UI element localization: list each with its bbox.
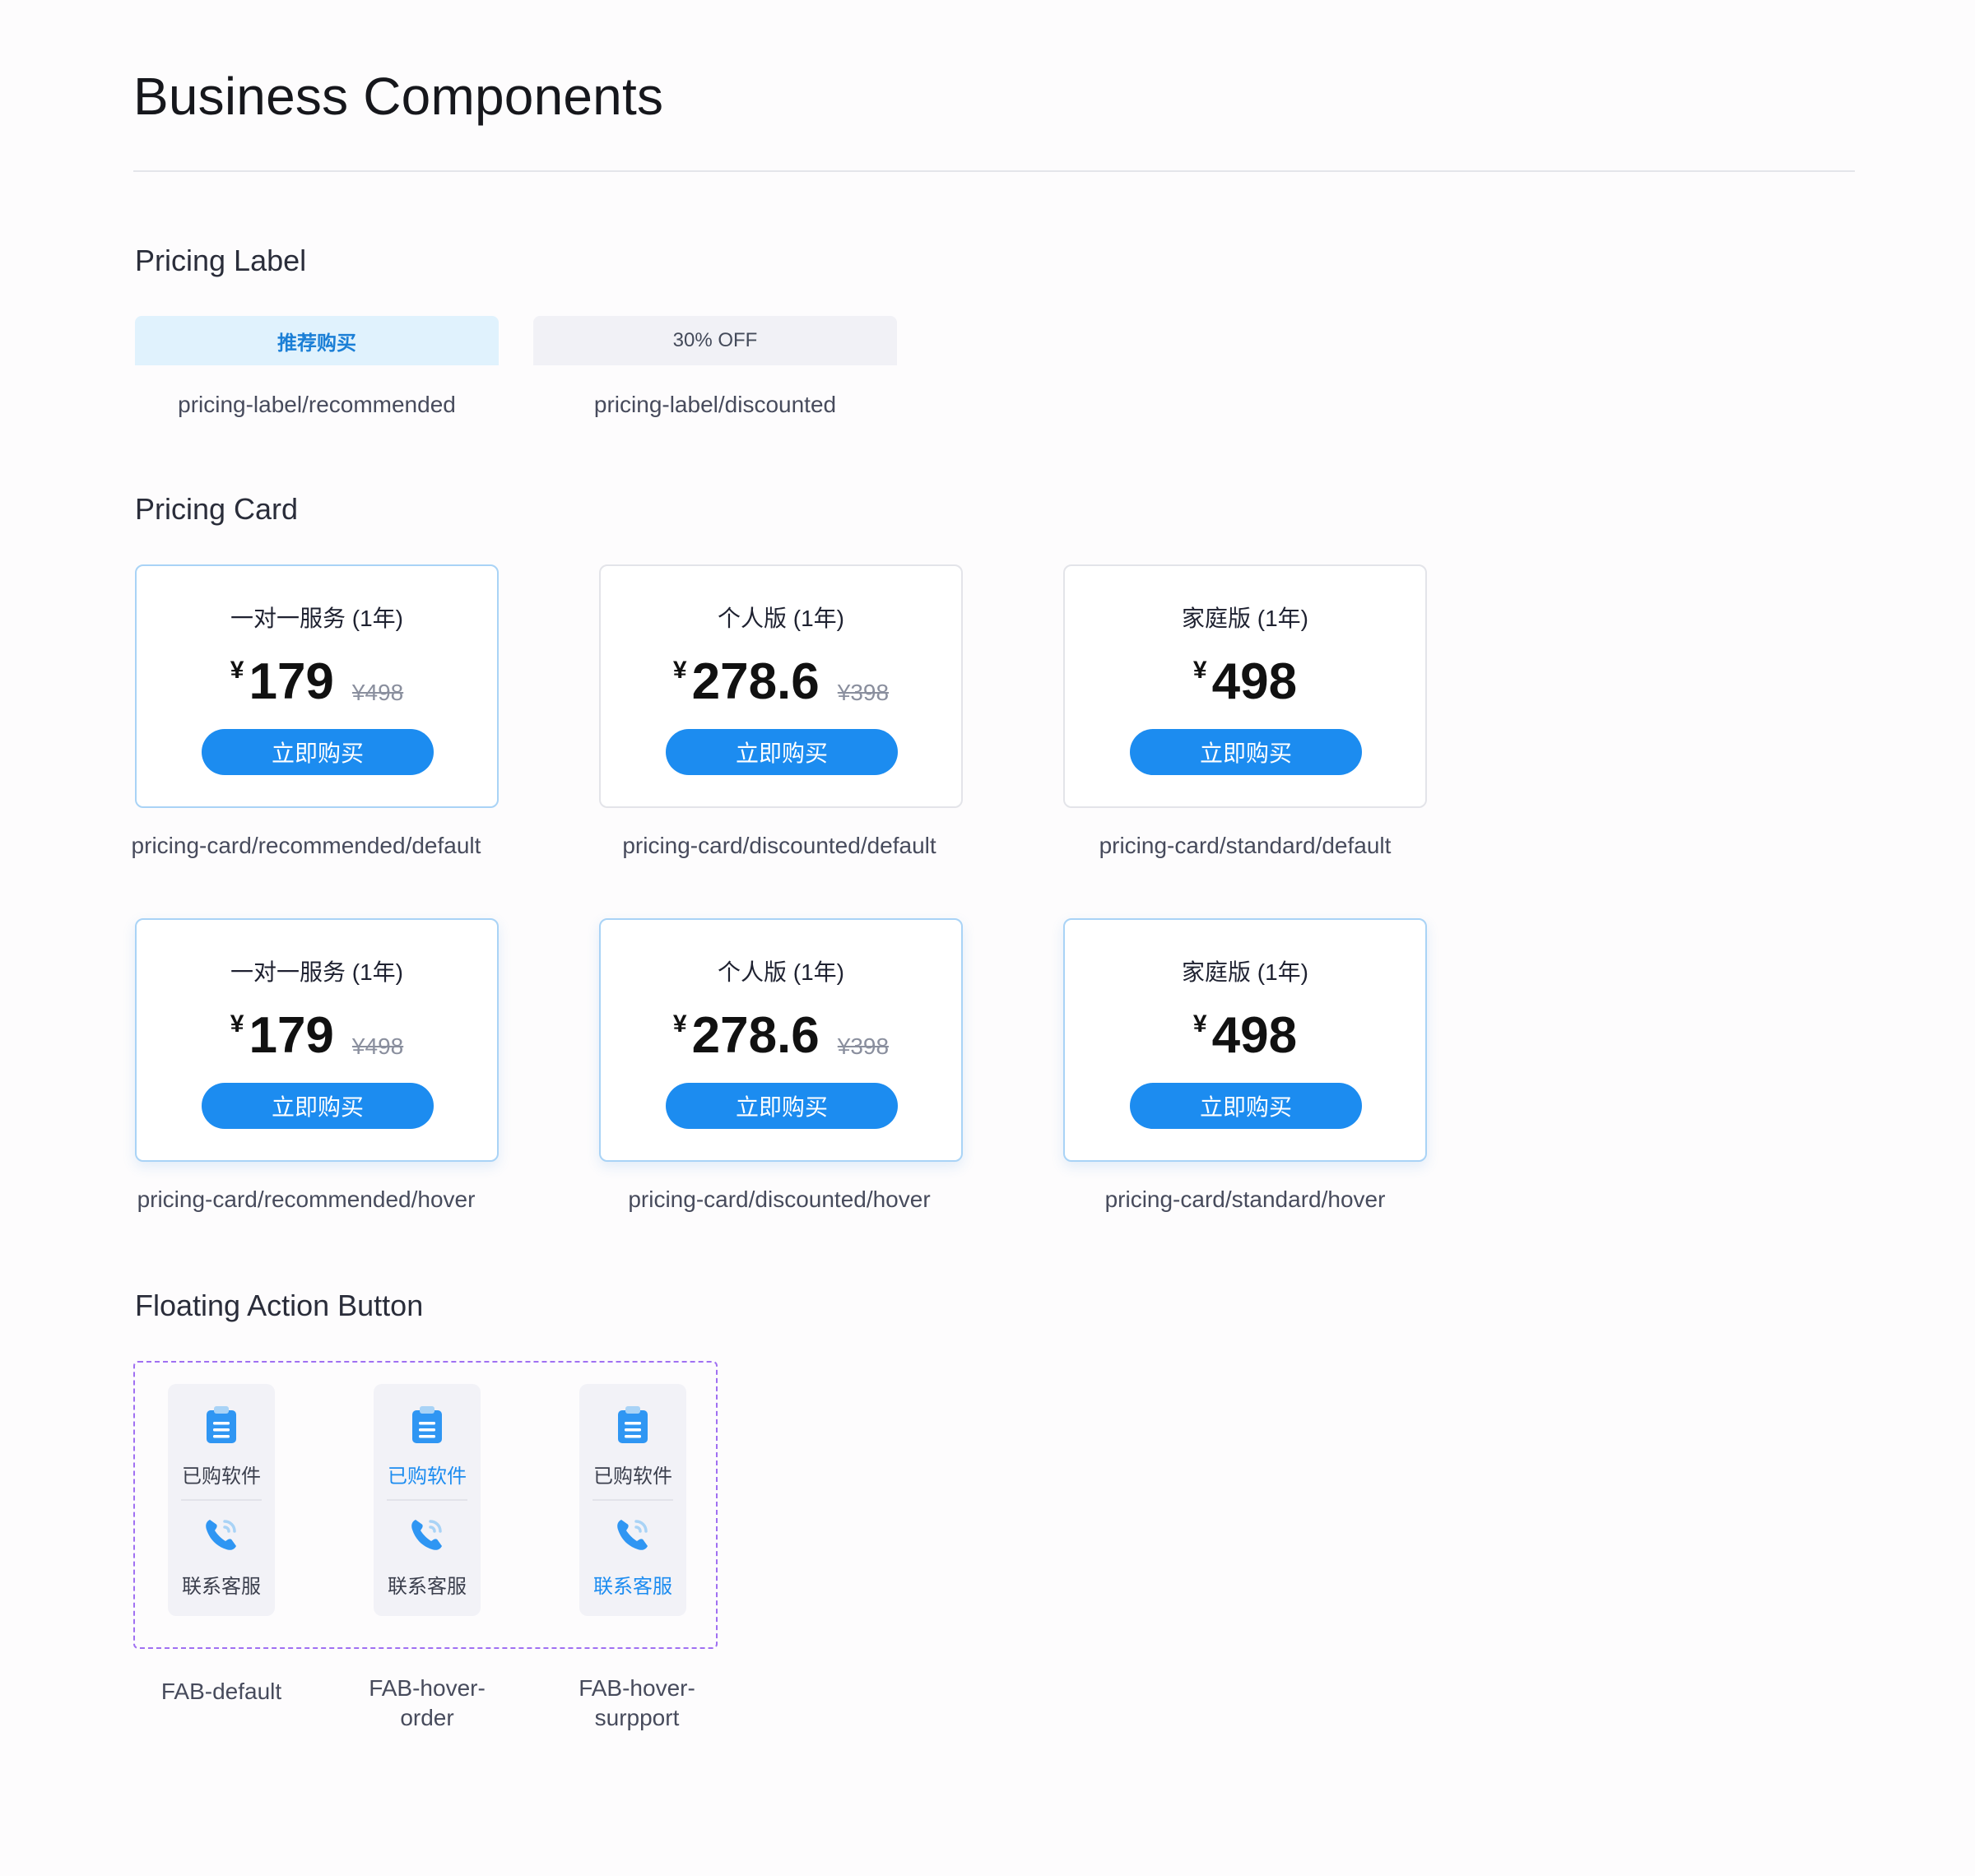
original-price: ¥398 bbox=[837, 1033, 890, 1059]
currency-symbol: ¥ bbox=[230, 657, 244, 684]
card-title: 一对一服务 (1年) bbox=[230, 959, 403, 985]
buy-now-button[interactable]: 立即购买 bbox=[1130, 1083, 1362, 1129]
price-row: ¥ 179 ¥498 bbox=[137, 1002, 497, 1065]
fab-divider bbox=[181, 1499, 262, 1501]
fab-support-label[interactable]: 联系客服 bbox=[579, 1570, 686, 1599]
price: 498 bbox=[1211, 1007, 1298, 1064]
price-row: ¥ 498 bbox=[1065, 648, 1425, 711]
price-row: ¥ 498 bbox=[1065, 1002, 1425, 1065]
section-title-pricing-label: Pricing Label bbox=[135, 244, 307, 277]
price-row: ¥ 278.6 ¥398 bbox=[601, 648, 961, 711]
caption-pricing-label-discounted: pricing-label/discounted bbox=[593, 392, 837, 417]
caption-pricing-card: pricing-card/discounted/default bbox=[622, 833, 936, 858]
fab-divider bbox=[387, 1499, 467, 1501]
original-price: ¥498 bbox=[351, 1033, 404, 1059]
price: 498 bbox=[1211, 653, 1298, 710]
caption-fab: FAB-hover- order bbox=[345, 1674, 509, 1733]
fab-support-label[interactable]: 联系客服 bbox=[374, 1570, 481, 1599]
buy-now-button[interactable]: 立即购买 bbox=[666, 729, 898, 775]
original-price: ¥498 bbox=[351, 680, 404, 705]
caption-pricing-card: pricing-card/recommended/hover bbox=[137, 1186, 476, 1212]
currency-symbol: ¥ bbox=[1192, 657, 1207, 684]
currency-symbol: ¥ bbox=[1192, 1010, 1207, 1038]
buy-now-button[interactable]: 立即购买 bbox=[666, 1083, 898, 1129]
page-title: Business Components bbox=[133, 67, 664, 126]
buy-now-button[interactable]: 立即购买 bbox=[202, 729, 434, 775]
caption-fab: FAB-default bbox=[139, 1679, 304, 1705]
phone-icon[interactable] bbox=[168, 1516, 275, 1553]
currency-symbol: ¥ bbox=[672, 1010, 687, 1038]
clipboard-icon[interactable] bbox=[374, 1405, 481, 1445]
phone-icon[interactable] bbox=[579, 1516, 686, 1553]
fab-order-label[interactable]: 已购软件 bbox=[168, 1460, 275, 1488]
pricing-label-recommended: 推荐购买 bbox=[135, 316, 499, 365]
caption-line: order bbox=[400, 1705, 454, 1730]
phone-icon[interactable] bbox=[374, 1516, 481, 1553]
fab-default[interactable]: 已购软件 联系客服 bbox=[168, 1384, 275, 1616]
card-title: 家庭版 (1年) bbox=[1181, 606, 1308, 631]
price: 179 bbox=[249, 653, 334, 710]
fab-hover-order[interactable]: 已购软件 联系客服 bbox=[374, 1384, 481, 1616]
card-title: 一对一服务 (1年) bbox=[230, 606, 403, 631]
buy-now-button[interactable]: 立即购买 bbox=[202, 1083, 434, 1129]
pricing-label-discounted: 30% OFF bbox=[533, 316, 897, 365]
section-title-pricing-card: Pricing Card bbox=[135, 492, 299, 526]
caption-line: FAB-default bbox=[160, 1679, 282, 1704]
clipboard-icon[interactable] bbox=[168, 1405, 275, 1445]
pricing-card-standard-hover[interactable]: 家庭版 (1年) ¥ 498 立即购买 bbox=[1063, 918, 1427, 1162]
fab-hover-support[interactable]: 已购软件 联系客服 bbox=[579, 1384, 686, 1616]
fab-order-label[interactable]: 已购软件 bbox=[579, 1460, 686, 1488]
price-row: ¥ 179 ¥498 bbox=[137, 648, 497, 711]
caption-line: surpport bbox=[594, 1705, 680, 1730]
caption-line: FAB-hover- bbox=[579, 1675, 695, 1701]
price: 179 bbox=[249, 1007, 334, 1064]
fab-divider bbox=[592, 1499, 673, 1501]
currency-symbol: ¥ bbox=[672, 657, 687, 684]
card-title: 个人版 (1年) bbox=[717, 959, 844, 985]
header-divider bbox=[133, 170, 1855, 172]
caption-pricing-card: pricing-card/recommended/default bbox=[131, 833, 481, 858]
caption-pricing-card: pricing-card/standard/default bbox=[1099, 833, 1392, 858]
clipboard-icon[interactable] bbox=[579, 1405, 686, 1445]
pricing-card-discounted-default[interactable]: 个人版 (1年) ¥ 278.6 ¥398 立即购买 bbox=[599, 564, 963, 808]
price: 278.6 bbox=[691, 1007, 820, 1064]
price: 278.6 bbox=[691, 653, 820, 710]
buy-now-button[interactable]: 立即购买 bbox=[1130, 729, 1362, 775]
pricing-card-discounted-hover[interactable]: 个人版 (1年) ¥ 278.6 ¥398 立即购买 bbox=[599, 918, 963, 1162]
caption-pricing-card: pricing-card/discounted/hover bbox=[628, 1186, 931, 1212]
caption-fab: FAB-hover- surpport bbox=[555, 1674, 719, 1733]
fab-order-label[interactable]: 已购软件 bbox=[374, 1460, 481, 1488]
currency-symbol: ¥ bbox=[230, 1010, 244, 1038]
price-row: ¥ 278.6 ¥398 bbox=[601, 1002, 961, 1065]
caption-line: FAB-hover- bbox=[369, 1675, 486, 1701]
caption-pricing-card: pricing-card/standard/hover bbox=[1104, 1186, 1386, 1212]
pricing-card-recommended-default[interactable]: 一对一服务 (1年) ¥ 179 ¥498 立即购买 bbox=[135, 564, 499, 808]
original-price: ¥398 bbox=[837, 680, 890, 705]
caption-pricing-label-recommended: pricing-label/recommended bbox=[178, 392, 456, 417]
card-title: 个人版 (1年) bbox=[717, 606, 844, 631]
pricing-card-standard-default[interactable]: 家庭版 (1年) ¥ 498 立即购买 bbox=[1063, 564, 1427, 808]
card-title: 家庭版 (1年) bbox=[1181, 959, 1308, 985]
pricing-card-recommended-hover[interactable]: 一对一服务 (1年) ¥ 179 ¥498 立即购买 bbox=[135, 918, 499, 1162]
fab-support-label[interactable]: 联系客服 bbox=[168, 1570, 275, 1599]
section-title-fab: Floating Action Button bbox=[135, 1289, 424, 1322]
